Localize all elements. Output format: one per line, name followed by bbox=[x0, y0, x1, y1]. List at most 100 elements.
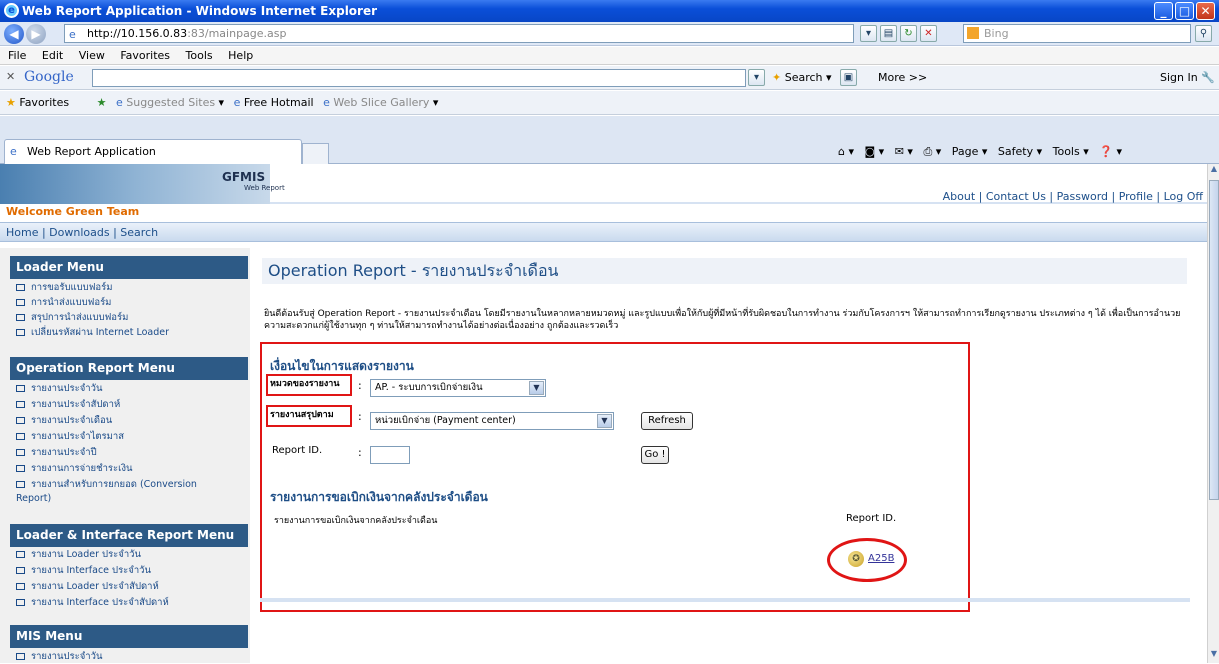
fav-suggested-sites[interactable]: Suggested Sites bbox=[126, 96, 215, 109]
bing-icon bbox=[967, 27, 979, 39]
address-field[interactable]: e http://10.156.0.83:83/mainpage.asp bbox=[64, 24, 854, 43]
back-button[interactable]: ◀ bbox=[4, 24, 24, 44]
sidebar-item[interactable]: รายงาน Interface ประจำวัน bbox=[16, 564, 246, 578]
help-icon[interactable]: ❓ bbox=[1099, 145, 1113, 158]
sidebar-item-label: การขอรับแบบฟอร์ม bbox=[31, 282, 113, 293]
mail-icon[interactable]: ✉ bbox=[895, 145, 904, 158]
site-header: GFMIS Web Report About | Contact Us | Pa… bbox=[0, 164, 1207, 204]
search-input[interactable]: Bing bbox=[963, 24, 1191, 43]
site-nav[interactable]: Home | Downloads | Search bbox=[0, 222, 1207, 242]
sidebar-item-label: รายงานประจำวัน bbox=[31, 383, 103, 394]
compatibility-icon[interactable]: ▤ bbox=[880, 25, 897, 42]
forward-button[interactable]: ▶ bbox=[26, 24, 46, 44]
google-dropdown-icon[interactable]: ▾ bbox=[748, 69, 765, 86]
bullet-icon bbox=[16, 653, 25, 660]
category-select[interactable]: AP. - ระบบการเบิกจ่ายเงิน ▼ bbox=[370, 379, 546, 397]
cmd-safety[interactable]: Safety bbox=[998, 145, 1033, 158]
menu-file[interactable]: File bbox=[8, 49, 26, 62]
logo-title: GFMIS bbox=[222, 170, 266, 184]
stop-icon[interactable]: ✕ bbox=[920, 25, 937, 42]
address-host-prefix: http://10.156.0.83 bbox=[87, 27, 187, 40]
sidebar-item[interactable]: รายงานสำหรับการยกยอด (Conversion Report) bbox=[16, 478, 231, 506]
sidebar-item[interactable]: รายงาน Loader ประจำวัน bbox=[16, 548, 246, 562]
page-icon: e bbox=[69, 28, 76, 41]
bullet-icon bbox=[16, 551, 25, 558]
colon: : bbox=[358, 379, 362, 392]
page-title: Operation Report - รายงานประจำเดือน bbox=[262, 258, 1187, 284]
bullet-icon bbox=[16, 314, 25, 321]
report-link[interactable]: A25B bbox=[868, 553, 894, 564]
fav-web-slice-gallery[interactable]: Web Slice Gallery bbox=[333, 96, 429, 109]
bullet-icon bbox=[16, 599, 25, 606]
menu-tools[interactable]: Tools bbox=[186, 49, 213, 62]
sidebar-item[interactable]: รายงานการจ่ายชำระเงิน bbox=[16, 462, 246, 476]
sidebar-item-label: เปลี่ยนรหัสผ่าน Internet Loader bbox=[31, 327, 170, 338]
feeds-icon[interactable]: ◙ bbox=[865, 145, 876, 158]
sidebar-item[interactable]: รายงานประจำเดือน bbox=[16, 414, 246, 428]
menu-edit[interactable]: Edit bbox=[42, 49, 63, 62]
sidebar-item-label: รายงาน Interface ประจำสัปดาห์ bbox=[31, 597, 169, 608]
summary-select[interactable]: หน่วยเบิกจ่าย (Payment center) ▼ bbox=[370, 412, 614, 430]
sidebar-item[interactable]: รายงานประจำสัปดาห์ bbox=[16, 398, 246, 412]
refresh-button[interactable]: Refresh bbox=[641, 412, 693, 430]
sign-in-link[interactable]: Sign In 🔧 bbox=[1160, 71, 1215, 84]
sidebar-item[interactable]: เปลี่ยนรหัสผ่าน Internet Loader bbox=[16, 326, 246, 340]
top-links[interactable]: About | Contact Us | Password | Profile … bbox=[943, 190, 1203, 203]
new-tab-button[interactable] bbox=[302, 143, 329, 164]
home-icon[interactable]: ⌂ bbox=[838, 145, 845, 158]
tab-web-report[interactable]: e Web Report Application bbox=[4, 139, 302, 164]
menu-favorites[interactable]: Favorites bbox=[120, 49, 170, 62]
go-button[interactable]: Go ! bbox=[641, 446, 669, 464]
scroll-down-icon[interactable]: ▼ bbox=[1208, 649, 1219, 663]
google-more-button[interactable]: More >> bbox=[878, 71, 927, 84]
menu-help[interactable]: Help bbox=[228, 49, 253, 62]
google-search-button[interactable]: ✦ Search ▾ bbox=[772, 71, 832, 84]
menu-bar: File Edit View Favorites Tools Help bbox=[0, 47, 1219, 65]
fav-free-hotmail[interactable]: Free Hotmail bbox=[244, 96, 314, 109]
sidebar-item-label: รายงานการจ่ายชำระเงิน bbox=[31, 463, 133, 474]
sidebar-item[interactable]: การนำส่งแบบฟอร์ม bbox=[16, 296, 246, 310]
address-toolbar: ◀ ▶ e http://10.156.0.83:83/mainpage.asp… bbox=[0, 22, 1219, 46]
report-id-input[interactable] bbox=[370, 446, 410, 464]
window-title: Web Report Application - Windows Interne… bbox=[22, 4, 378, 18]
wrench-icon: 🔧 bbox=[1201, 71, 1215, 84]
bullet-icon bbox=[16, 481, 25, 488]
maximize-button[interactable]: □ bbox=[1175, 2, 1194, 20]
bullet-icon bbox=[16, 465, 25, 472]
window-title-bar: e Web Report Application - Windows Inter… bbox=[0, 0, 1219, 22]
sidebar-item[interactable]: รายงานประจำปี bbox=[16, 446, 246, 460]
refresh-icon[interactable]: ↻ bbox=[900, 25, 917, 42]
favorites-button[interactable]: Favorites bbox=[19, 96, 69, 109]
close-button[interactable]: ✕ bbox=[1196, 2, 1215, 20]
google-toolbar: ✕ Google ▾ ✦ Search ▾ ▣ More >> Sign In … bbox=[0, 66, 1219, 90]
report-icon[interactable]: ✪ bbox=[848, 551, 864, 567]
bookmark-icon[interactable]: ▣ bbox=[840, 69, 857, 86]
google-search-input[interactable] bbox=[92, 69, 746, 87]
bullet-icon bbox=[16, 385, 25, 392]
print-icon[interactable]: ⎙ bbox=[923, 145, 932, 158]
menu-view[interactable]: View bbox=[79, 49, 105, 62]
summary-label: รายงานสรุปตาม bbox=[270, 410, 334, 420]
search-icon[interactable]: ⚲ bbox=[1195, 25, 1212, 42]
dropdown-arrow-icon[interactable]: ▾ bbox=[860, 25, 877, 42]
section-title: รายงานการขอเบิกเงินจากคลังประจำเดือน bbox=[270, 490, 488, 504]
sidebar-item[interactable]: รายงานประจำไตรมาส bbox=[16, 430, 246, 444]
minimize-button[interactable]: _ bbox=[1154, 2, 1173, 20]
scroll-up-icon[interactable]: ▲ bbox=[1208, 164, 1219, 178]
sidebar-item[interactable]: การขอรับแบบฟอร์ม bbox=[16, 281, 246, 295]
add-favorites-icon[interactable]: ★ bbox=[97, 96, 107, 109]
address-host: http://10.156.0.83 bbox=[87, 27, 188, 40]
google-search-icon: ✦ bbox=[772, 71, 782, 84]
bullet-icon bbox=[16, 284, 25, 291]
close-toolbar-icon[interactable]: ✕ bbox=[6, 70, 15, 83]
sidebar-item[interactable]: รายงาน Loader ประจำสัปดาห์ bbox=[16, 580, 246, 594]
sidebar-item[interactable]: รายงานประจำวัน bbox=[16, 650, 246, 664]
sidebar-item[interactable]: รายงาน Interface ประจำสัปดาห์ bbox=[16, 596, 246, 610]
sidebar-item[interactable]: รายงานประจำวัน bbox=[16, 382, 246, 396]
cmd-page[interactable]: Page bbox=[952, 145, 979, 158]
cmd-tools[interactable]: Tools bbox=[1053, 145, 1080, 158]
sidebar-item[interactable]: สรุปการนำส่งแบบฟอร์ม bbox=[16, 311, 246, 325]
sidebar-item-label: รายงาน Loader ประจำสัปดาห์ bbox=[31, 581, 159, 592]
scrollbar[interactable]: ▲ ▼ bbox=[1207, 164, 1219, 663]
scroll-thumb[interactable] bbox=[1209, 180, 1219, 500]
